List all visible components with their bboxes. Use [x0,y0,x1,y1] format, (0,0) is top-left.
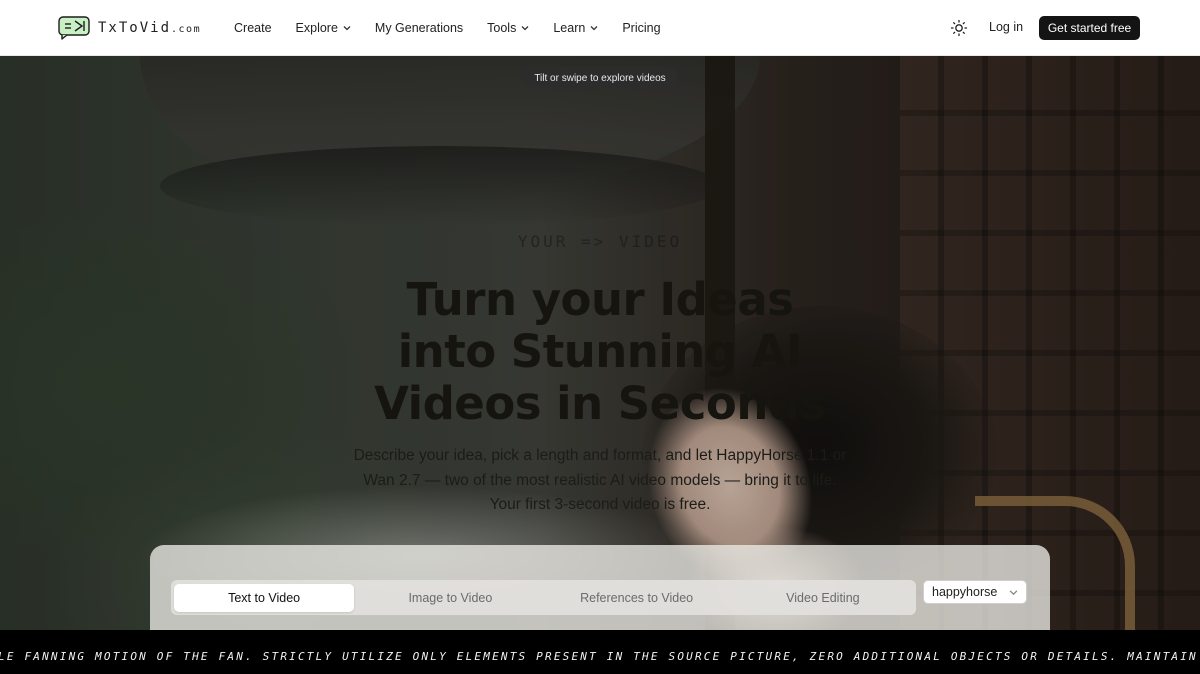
get-started-button[interactable]: Get started free [1039,16,1140,40]
mode-tabs: Text to Video Image to Video References … [171,580,916,615]
headline-line: into Stunning AI [397,325,803,378]
hero-description: Describe your idea, pick a length and fo… [353,447,847,513]
page-title: Turn your Ideas into Stunning AI Videos … [300,274,900,430]
logo[interactable]: TxToVid.com [58,16,201,40]
sun-icon[interactable] [950,19,968,37]
login-link[interactable]: Log in [989,20,1023,34]
explore-hint-pill: Tilt or swipe to explore videos [522,67,678,89]
chevron-down-icon [343,26,351,31]
tab-image-to-video[interactable]: Image to Video [360,584,540,612]
main-nav: Create Explore My Generations Tools Lear… [234,0,685,56]
chevron-down-icon [590,26,598,31]
chevron-down-icon [1009,589,1018,595]
logo-icon [58,16,90,40]
tab-text-to-video[interactable]: Text to Video [174,583,355,612]
nav-tools[interactable]: Tools [487,21,529,35]
prompt-ticker: LE FANNING MOTION OF THE FAN. STRICTLY U… [0,630,1200,674]
model-select-value: happyhorse [932,585,998,599]
chevron-down-icon [521,26,529,31]
ticker-text: LE FANNING MOTION OF THE FAN. STRICTLY U… [0,650,1200,663]
tagline: YOUR => VIDEO [517,232,683,251]
tab-video-editing[interactable]: Video Editing [733,584,913,612]
tab-references-to-video[interactable]: References to Video [547,584,727,612]
nav-explore[interactable]: Explore [296,21,351,35]
top-navbar: TxToVid.com Create Explore My Generation… [0,0,1200,56]
nav-create[interactable]: Create [234,21,272,35]
logo-text: TxToVid.com [98,20,202,36]
nav-pricing[interactable]: Pricing [622,21,660,35]
headline-line: Turn your Ideas [406,273,794,326]
nav-my-generations[interactable]: My Generations [375,21,463,35]
headline-line: Videos in Seconds [374,377,826,430]
model-select[interactable]: happyhorse [923,580,1027,604]
nav-learn[interactable]: Learn [553,21,598,35]
